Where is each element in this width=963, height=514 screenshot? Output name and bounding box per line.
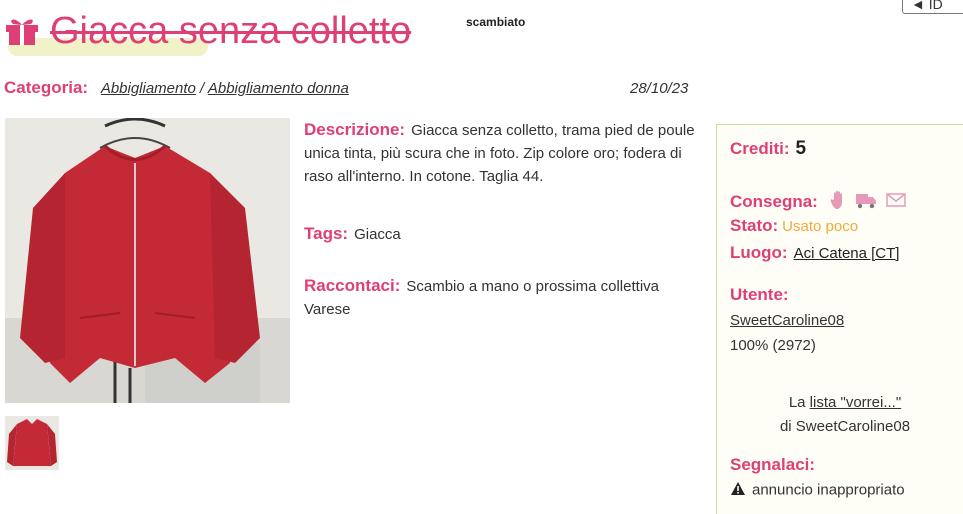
report-link[interactable]: annuncio inappropriato — [752, 481, 905, 498]
wishlist-owner: di SweetCaroline08 — [779, 418, 911, 435]
photo-thumbnail[interactable] — [5, 416, 59, 470]
mail-icon — [886, 192, 906, 213]
tags-label: Tags: — [304, 224, 349, 243]
user-link[interactable]: SweetCaroline08 — [730, 312, 844, 329]
wishlist-prefix: La — [788, 394, 806, 411]
category-link-abbigliamento-donna[interactable]: Abbigliamento donna — [208, 80, 349, 97]
warning-icon — [730, 481, 746, 500]
place-row: Luogo: Aci Catena [CT] — [730, 243, 899, 263]
credits-row: Crediti: 5 — [730, 138, 806, 160]
place-label: Luogo: — [730, 243, 788, 262]
breadcrumb-separator: / — [200, 80, 205, 97]
description-section: Descrizione: Giacca senza colletto, trama… — [304, 118, 702, 188]
delivery-label: Consegna: — [730, 191, 818, 211]
delivery-row: Consegna: — [730, 190, 910, 215]
place-link[interactable]: Aci Catena [CT] — [794, 245, 900, 262]
state-row: Stato: Usato poco — [730, 216, 858, 236]
category-link-abbigliamento[interactable]: Abbigliamento — [101, 80, 196, 97]
tags-value: Giacca — [354, 226, 401, 243]
truck-icon — [855, 191, 877, 214]
credits-value: 5 — [795, 138, 807, 159]
tags-section: Tags: Giacca — [304, 222, 702, 246]
listing-date: 28/10/23 — [630, 80, 689, 97]
state-value: Usato poco — [782, 218, 859, 235]
description-label: Descrizione: — [304, 120, 406, 139]
status-badge: scambiato — [466, 15, 526, 29]
credits-label: Crediti: — [730, 139, 790, 158]
story-section: Raccontaci: Scambio a mano o prossima col… — [304, 274, 664, 321]
wishlist-block: La lista "vorrei..." di SweetCaroline08 — [730, 391, 960, 439]
user-rating: 100% (2972) — [730, 337, 816, 354]
user-label: Utente: — [730, 285, 789, 304]
hand-icon — [829, 190, 847, 215]
gift-icon — [4, 14, 40, 46]
id-button[interactable]: ◄ ID — [902, 0, 963, 14]
breadcrumb: Categoria: Abbigliamento / Abbigliamento… — [4, 78, 349, 98]
main-photo[interactable] — [5, 118, 290, 403]
page-title: Giacca senza colletto — [50, 10, 412, 52]
report-label: Segnalaci: — [730, 455, 816, 474]
wishlist-link[interactable]: lista "vorrei..." — [810, 394, 902, 411]
state-label: Stato: — [730, 216, 779, 235]
story-label: Raccontaci: — [304, 276, 401, 295]
category-label: Categoria: — [4, 78, 89, 97]
report-row[interactable]: annuncio inappropriato — [730, 481, 905, 500]
